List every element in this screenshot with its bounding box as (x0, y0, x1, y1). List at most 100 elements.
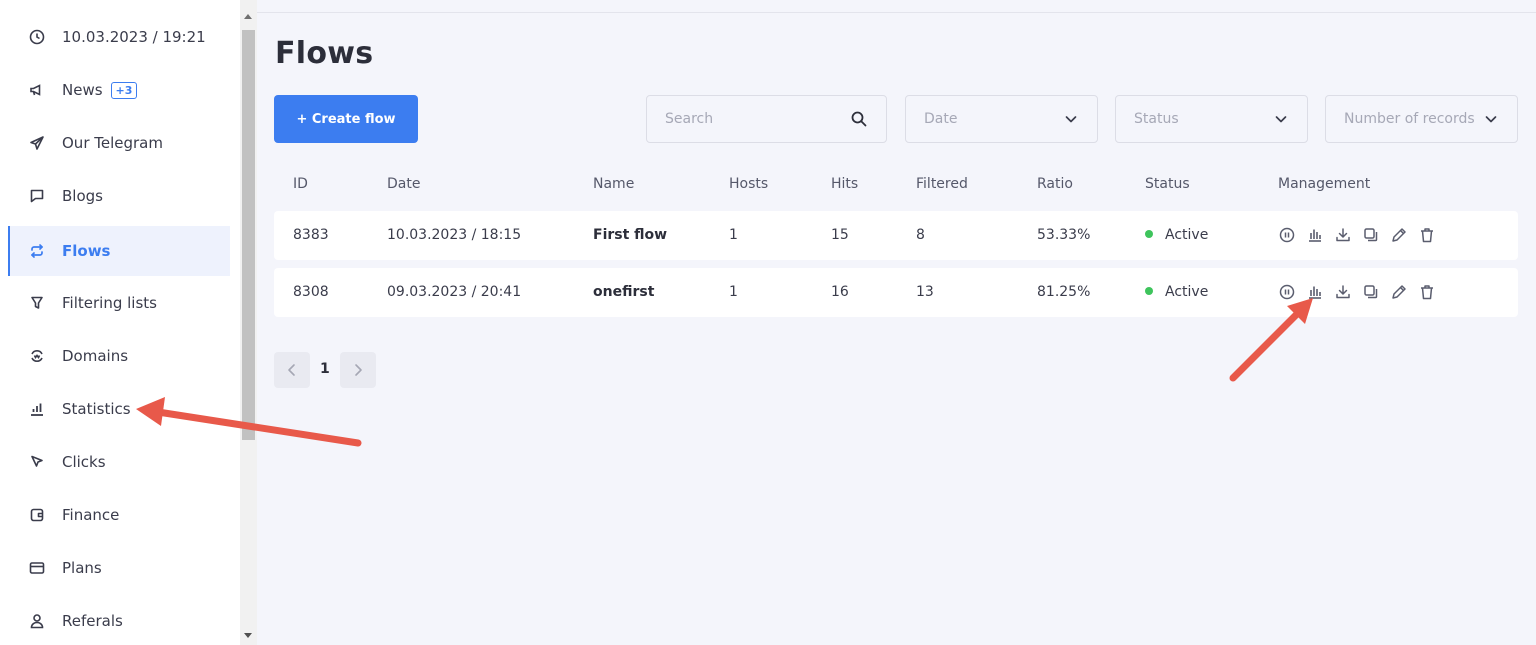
status-dot-icon (1145, 230, 1153, 238)
flow-filtered: 8 (916, 227, 925, 243)
sidebar-item-label: Clicks (62, 453, 106, 471)
pagination-current-page[interactable]: 1 (320, 361, 330, 377)
sidebar-item-blogs[interactable]: Blogs (8, 171, 230, 221)
flow-name[interactable]: onefirst (593, 284, 654, 300)
records-filter-select[interactable]: Number of records (1325, 95, 1518, 143)
stats-icon[interactable] (1306, 283, 1324, 301)
column-header-date: Date (387, 176, 421, 192)
download-icon[interactable] (1334, 283, 1352, 301)
create-flow-button[interactable]: + Create flow (274, 95, 418, 143)
sidebar-item-label: Referals (62, 612, 123, 630)
records-filter-value: Number of records (1344, 111, 1475, 127)
sidebar-item-finance[interactable]: Finance (8, 490, 230, 540)
sidebar: 10.03.2023 / 19:21 News +3 Our Telegram … (0, 0, 240, 645)
flow-id: 8308 (293, 284, 329, 300)
sidebar-item-news[interactable]: News +3 (8, 65, 230, 115)
trash-icon[interactable] (1418, 283, 1436, 301)
sidebar-item-clicks[interactable]: Clicks (8, 437, 230, 487)
sidebar-item-statistics[interactable]: Statistics (8, 384, 230, 434)
cursor-icon (28, 453, 46, 471)
flow-ratio: 81.25% (1037, 284, 1091, 300)
date-filter-select[interactable]: Date (905, 95, 1098, 143)
sidebar-item-flows[interactable]: Flows (8, 226, 230, 276)
column-header-name: Name (593, 176, 635, 192)
bar-chart-icon (28, 400, 46, 418)
sidebar-item-label: Filtering lists (62, 294, 157, 312)
sidebar-item-plans[interactable]: Plans (8, 543, 230, 593)
message-square-icon (28, 187, 46, 205)
scroll-up-arrow-icon[interactable] (244, 14, 252, 19)
sidebar-item-label: Plans (62, 559, 102, 577)
column-header-id: ID (293, 176, 308, 192)
sidebar-item-referals[interactable]: Referals (8, 596, 230, 645)
pagination-next-button[interactable] (340, 352, 376, 388)
column-header-management: Management (1278, 176, 1371, 192)
sidebar-item-datetime: 10.03.2023 / 19:21 (8, 12, 230, 62)
sidebar-item-telegram[interactable]: Our Telegram (8, 118, 230, 168)
pause-icon[interactable] (1278, 283, 1296, 301)
column-header-ratio: Ratio (1037, 176, 1073, 192)
edit-icon[interactable] (1390, 226, 1408, 244)
sidebar-item-label: Domains (62, 347, 129, 365)
credit-card-icon (28, 559, 46, 577)
status-filter-select[interactable]: Status (1115, 95, 1308, 143)
management-actions (1278, 283, 1436, 301)
pagination-prev-button[interactable] (274, 352, 310, 388)
user-icon (28, 612, 46, 630)
chevron-left-icon (288, 364, 295, 376)
status-dot-icon (1145, 287, 1153, 295)
scrollbar-thumb[interactable] (242, 30, 255, 440)
flow-ratio: 53.33% (1037, 227, 1091, 243)
flow-date: 09.03.2023 / 20:41 (387, 284, 522, 300)
repeat-icon (28, 242, 46, 260)
globe-icon (28, 347, 46, 365)
sidebar-item-label: 10.03.2023 / 19:21 (62, 28, 206, 46)
date-filter-value: Date (924, 111, 958, 127)
copy-icon[interactable] (1362, 226, 1380, 244)
status-label: Active (1165, 227, 1209, 243)
flow-hits: 16 (831, 284, 849, 300)
flow-date: 10.03.2023 / 18:15 (387, 227, 522, 243)
chevron-down-icon (1483, 111, 1499, 127)
pause-icon[interactable] (1278, 226, 1296, 244)
status-filter-value: Status (1134, 111, 1179, 127)
chevron-down-icon (1063, 111, 1079, 127)
table-row[interactable]: 8308 09.03.2023 / 20:41 onefirst 1 16 13… (274, 268, 1518, 317)
column-header-filtered: Filtered (916, 176, 968, 192)
clock-icon (28, 28, 46, 46)
search-field[interactable] (646, 95, 887, 143)
flow-filtered: 13 (916, 284, 934, 300)
sidebar-item-filtering-lists[interactable]: Filtering lists (8, 278, 230, 328)
column-header-hosts: Hosts (729, 176, 769, 192)
flow-hosts: 1 (729, 227, 738, 243)
flow-id: 8383 (293, 227, 329, 243)
copy-icon[interactable] (1362, 283, 1380, 301)
status-badge: Active (1145, 227, 1208, 243)
search-icon[interactable] (850, 110, 868, 128)
flow-name[interactable]: First flow (593, 227, 667, 243)
sidebar-scrollbar[interactable] (240, 0, 257, 645)
sidebar-item-label: Our Telegram (62, 134, 163, 152)
flow-hits: 15 (831, 227, 849, 243)
filter-icon (28, 294, 46, 312)
header-divider (257, 12, 1536, 13)
sidebar-item-label: News (62, 81, 103, 99)
page-title: Flows (275, 36, 374, 71)
trash-icon[interactable] (1418, 226, 1436, 244)
sidebar-item-label: Finance (62, 506, 120, 524)
chevron-right-icon (355, 364, 362, 376)
status-badge: Active (1145, 284, 1208, 300)
edit-icon[interactable] (1390, 283, 1408, 301)
search-input[interactable] (665, 111, 835, 127)
status-label: Active (1165, 284, 1209, 300)
table-row[interactable]: 8383 10.03.2023 / 18:15 First flow 1 15 … (274, 211, 1518, 260)
telegram-icon (28, 134, 46, 152)
sidebar-item-domains[interactable]: Domains (8, 331, 230, 381)
scroll-down-arrow-icon[interactable] (244, 633, 252, 638)
column-header-status: Status (1145, 176, 1190, 192)
download-icon[interactable] (1334, 226, 1352, 244)
stats-icon[interactable] (1306, 226, 1324, 244)
sidebar-item-label: Statistics (62, 400, 131, 418)
flow-hosts: 1 (729, 284, 738, 300)
megaphone-icon (28, 81, 46, 99)
